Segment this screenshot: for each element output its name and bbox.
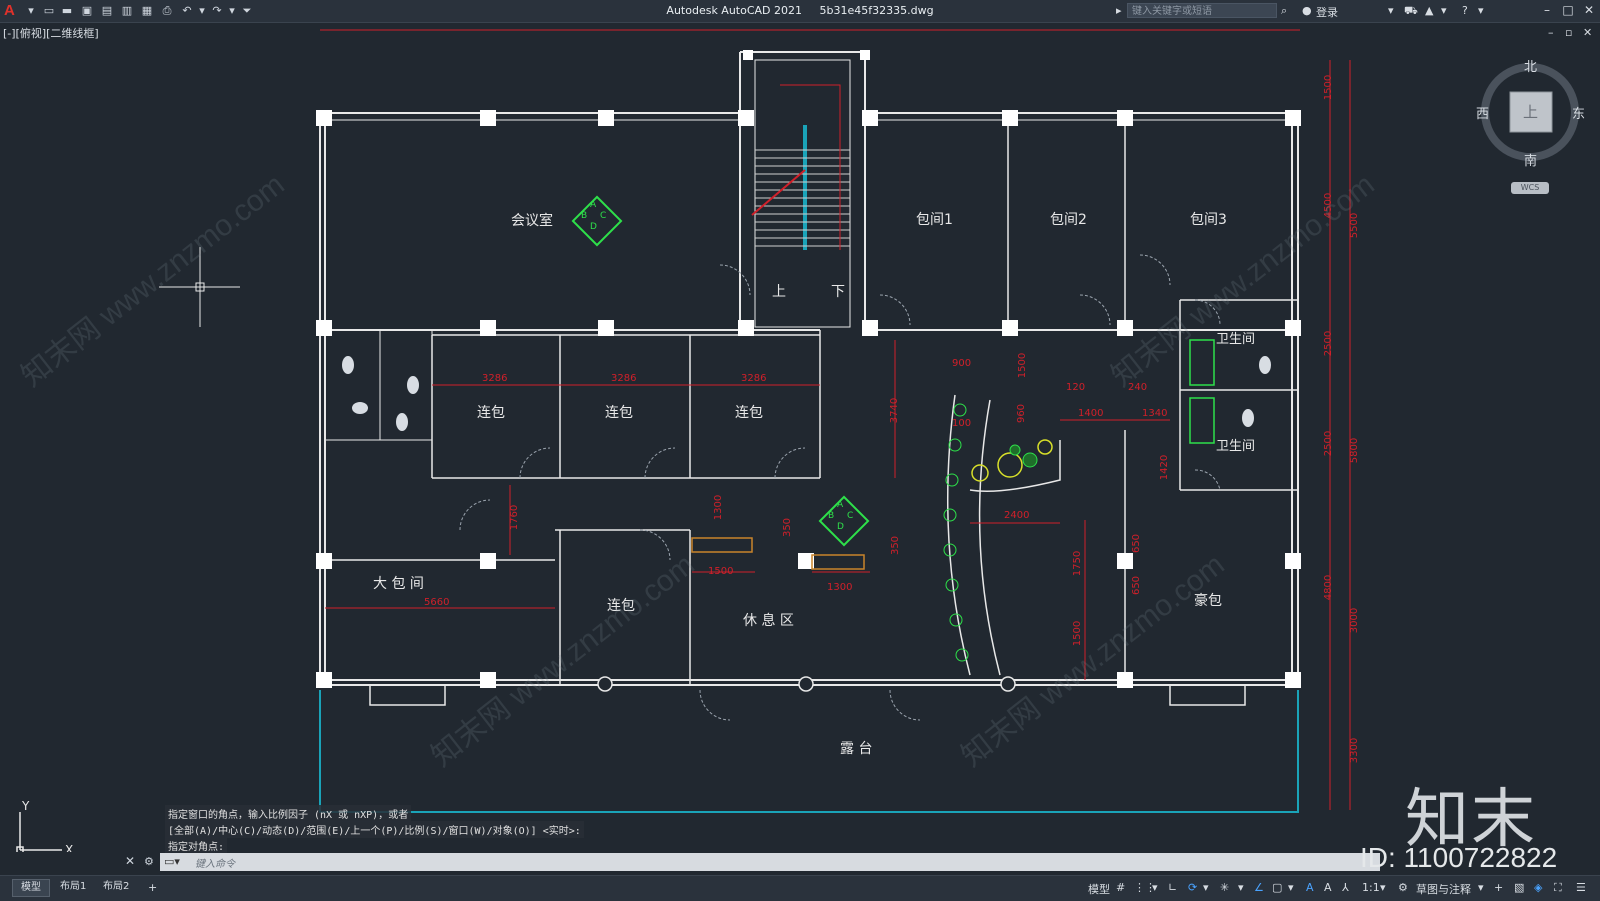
command-history-line: 指定窗口的角点，输入比例因子 (nX 或 nXP)，或者	[165, 805, 412, 822]
close-icon[interactable]: ✕	[1582, 3, 1596, 17]
wcs-menu[interactable]: WCS	[1511, 182, 1549, 194]
annotation-monitor-icon[interactable]: +	[1494, 881, 1503, 894]
fullscreen-icon[interactable]: ⛶	[1554, 881, 1562, 895]
workspace-dropdown-icon[interactable]: ▾	[1478, 881, 1484, 894]
app-name: Autodesk AutoCAD 2021	[666, 4, 803, 17]
units-icon[interactable]: ▧	[1514, 881, 1524, 894]
workspace-switch[interactable]: 草图与注释	[1416, 881, 1471, 897]
user-icon[interactable]: ●	[1302, 4, 1312, 17]
save-as-icon[interactable]: ▤	[100, 4, 114, 17]
app-menu-arrow-icon[interactable]: ▾	[24, 4, 38, 17]
scale-dropdown-icon[interactable]: ▾	[1380, 881, 1386, 894]
workspace-gear-icon[interactable]: ⚙	[1398, 881, 1408, 894]
tab-layout1[interactable]: 布局1	[52, 879, 94, 895]
command-line[interactable]: ▭▾ 键入命令	[160, 853, 1380, 871]
save-icon[interactable]: ▣	[80, 4, 94, 17]
redo-icon[interactable]: ↷	[210, 4, 224, 17]
tab-layout2[interactable]: 布局2	[95, 879, 137, 895]
autocad-logo-icon[interactable]: A	[4, 2, 15, 19]
annotation-scale-value[interactable]: 1:1	[1362, 881, 1380, 894]
plot-preview-icon[interactable]: ▦	[140, 4, 154, 17]
isolate-objects-icon[interactable]: ◈	[1534, 881, 1542, 894]
search-icon[interactable]: ⌕	[1281, 4, 1287, 18]
tab-model[interactable]: 模型	[12, 879, 50, 897]
maximize-icon[interactable]: □	[1561, 3, 1575, 17]
drawing-canvas[interactable]: Y X	[0, 22, 1600, 852]
minimize-icon[interactable]: –	[1540, 3, 1554, 17]
autodesk-app-icon[interactable]: ▲	[1425, 4, 1433, 17]
watermark-id: ID: 1100722822	[1360, 842, 1558, 873]
viewcube-top-face[interactable]: 上	[1523, 101, 1538, 122]
help-icon[interactable]: ?	[1462, 4, 1468, 17]
print-icon[interactable]: ⎙	[160, 4, 174, 17]
viewcube-south[interactable]: 南	[1524, 150, 1537, 169]
model-space-toggle[interactable]: 模型	[1088, 881, 1110, 897]
command-history-line: 指定对角点:	[165, 837, 228, 854]
open-folder-icon[interactable]: ▬	[60, 4, 74, 17]
ucs-y-label: Y	[21, 799, 30, 813]
command-prompt-icon[interactable]: ▭▾	[164, 855, 180, 868]
object-snap-tracking-icon[interactable]: ∠	[1254, 881, 1264, 894]
object-snap-dropdown-icon[interactable]: ▾	[1288, 881, 1294, 894]
isodraft-icon[interactable]: ✳	[1220, 881, 1229, 894]
ucs-x-label: X	[65, 843, 73, 852]
customize-command-icon[interactable]: ⚙	[144, 855, 154, 868]
login-dropdown-icon[interactable]: ▾	[1388, 4, 1394, 17]
customize-toolbar-icon[interactable]: ⏷	[240, 4, 254, 17]
cart-icon[interactable]: ⛟	[1404, 4, 1418, 19]
close-command-line-icon[interactable]: ✕	[125, 854, 135, 868]
ortho-icon[interactable]: ∟	[1168, 881, 1177, 894]
snap-dropdown-icon[interactable]: ▾	[1152, 881, 1158, 894]
help-dropdown-icon[interactable]: ▾	[1478, 4, 1484, 17]
undo-icon[interactable]: ↶	[180, 4, 194, 17]
search-expand-icon[interactable]: ▸	[1116, 4, 1122, 17]
publish-icon[interactable]: ▥	[120, 4, 134, 17]
polar-icon[interactable]: ⟳	[1188, 881, 1197, 894]
command-history-line: [全部(A)/中心(C)/动态(D)/范围(E)/上一个(P)/比例(S)/窗口…	[165, 821, 584, 838]
redo-dropdown-icon[interactable]: ▾	[225, 4, 239, 17]
viewcube-east[interactable]: 东	[1572, 103, 1585, 122]
polar-dropdown-icon[interactable]: ▾	[1203, 881, 1209, 894]
app-dropdown-icon[interactable]: ▾	[1441, 4, 1447, 17]
annotation-scale-icon[interactable]: ⅄	[1342, 881, 1349, 894]
command-input[interactable]: 键入命令	[195, 855, 235, 870]
annotation-visibility-icon[interactable]: A	[1306, 881, 1314, 894]
grid-icon[interactable]: #	[1116, 881, 1125, 894]
file-name: 5b31e45f32335.dwg	[819, 4, 934, 17]
status-bar: 模型 布局1 布局2 + 模型 # ⋮⋮ ▾ ∟ ⟳ ▾ ✳ ▾ ∠ ▢ ▾ A…	[0, 875, 1600, 901]
customize-status-menu-icon[interactable]: ☰	[1576, 881, 1586, 894]
viewcube-north[interactable]: 北	[1524, 56, 1537, 75]
undo-dropdown-icon[interactable]: ▾	[195, 4, 209, 17]
title-bar: A ▾ ▭ ▬ ▣ ▤ ▥ ▦ ⎙ ↶ ▾ ↷ ▾ ⏷ Autodesk Aut…	[0, 0, 1600, 23]
auto-scale-icon[interactable]: A	[1324, 881, 1332, 894]
new-file-icon[interactable]: ▭	[42, 4, 56, 17]
isodraft-dropdown-icon[interactable]: ▾	[1238, 881, 1244, 894]
login-link[interactable]: 登录	[1316, 4, 1338, 20]
object-snap-icon[interactable]: ▢	[1272, 881, 1282, 894]
search-input[interactable]: 键入关键字或短语	[1127, 3, 1277, 18]
add-layout-icon[interactable]: +	[148, 881, 157, 894]
viewcube-west[interactable]: 西	[1476, 103, 1489, 122]
